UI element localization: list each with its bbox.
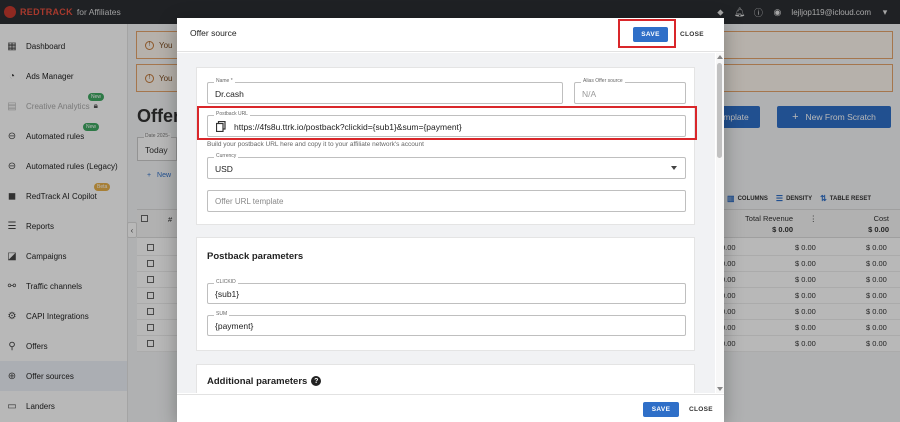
alias-field[interactable]: Alias Offer source N/A <box>574 78 686 104</box>
scroll-up-icon[interactable] <box>717 55 723 59</box>
postback-parameters-card: Postback parameters CLICKID {sub1} SUM {… <box>196 237 695 351</box>
dialog-footer: SAVE CLOSE <box>177 394 724 422</box>
additional-parameters-label: Additional parameters <box>207 376 308 387</box>
additional-parameters-title: Additional parameters? <box>207 376 322 387</box>
general-settings-card: Name * Dr.cash Alias Offer source N/A Po… <box>196 67 695 225</box>
additional-parameters-card: Additional parameters? <box>196 364 695 393</box>
name-field[interactable]: Name * Dr.cash <box>207 78 563 104</box>
close-button[interactable]: CLOSE <box>677 27 707 42</box>
scroll-thumb[interactable] <box>717 63 722 158</box>
currency-select[interactable]: Currency USD <box>207 153 686 179</box>
currency-label: Currency <box>214 153 239 159</box>
clickid-label: CLICKID <box>214 279 238 285</box>
postback-url-helper: Build your postback URL here and copy it… <box>207 141 424 148</box>
footer-save-button[interactable]: SAVE <box>643 402 679 417</box>
footer-close-button[interactable]: CLOSE <box>686 402 716 417</box>
offer-url-template-placeholder: Offer URL template <box>215 197 284 206</box>
dropdown-arrow-icon <box>671 166 677 170</box>
offer-source-dialog: Offer source SAVE CLOSE Name * Dr.cash A… <box>177 18 724 422</box>
offer-url-template-field[interactable]: Offer URL template <box>207 190 686 212</box>
name-value: Dr.cash <box>215 89 244 99</box>
sum-label: SUM <box>214 311 230 317</box>
currency-value: USD <box>215 164 233 174</box>
name-label: Name * <box>214 78 235 84</box>
help-icon[interactable]: ? <box>311 376 322 387</box>
dialog-title: Offer source <box>190 28 237 38</box>
postback-highlight-annotation <box>197 106 697 140</box>
alias-label: Alias Offer source <box>581 78 625 84</box>
scroll-down-icon[interactable] <box>717 387 723 391</box>
alias-value: N/A <box>582 89 597 99</box>
postback-parameters-title: Postback parameters <box>207 251 304 262</box>
clickid-value: {sub1} <box>215 289 240 299</box>
dialog-body: Name * Dr.cash Alias Offer source N/A Po… <box>177 53 715 393</box>
clickid-field[interactable]: CLICKID {sub1} <box>207 279 686 304</box>
highlight-annotation <box>618 19 676 48</box>
dialog-scrollbar[interactable] <box>716 53 724 393</box>
sum-field[interactable]: SUM {payment} <box>207 311 686 336</box>
sum-value: {payment} <box>215 321 254 331</box>
dialog-header: Offer source SAVE CLOSE <box>177 18 724 52</box>
